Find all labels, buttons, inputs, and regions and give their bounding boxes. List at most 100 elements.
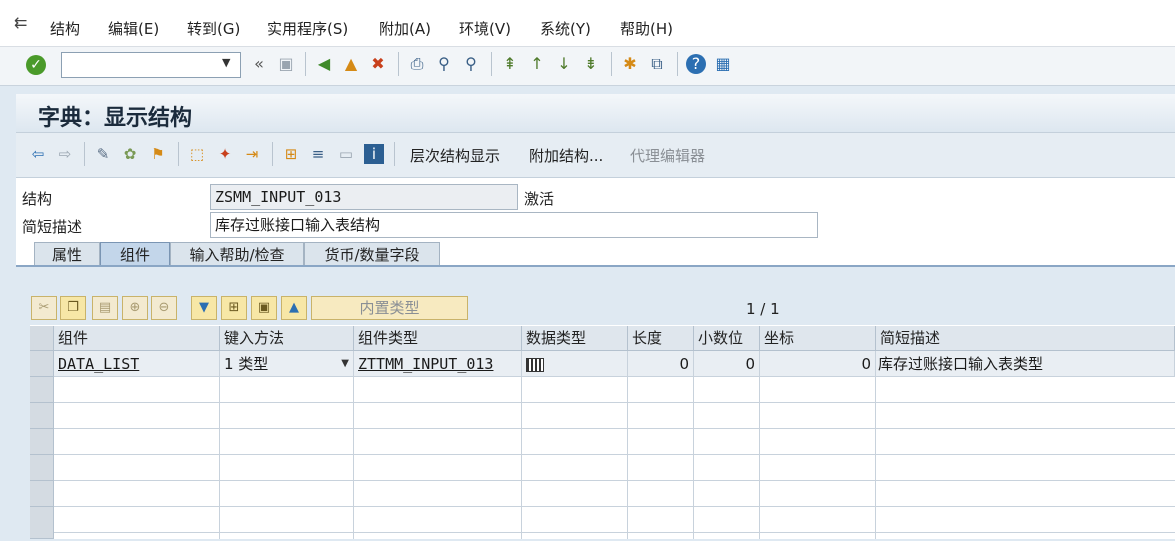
column-header-data-type[interactable]: 数据类型 [522,326,628,351]
select-all-corner[interactable] [30,326,54,351]
menu-environment[interactable]: 环境(V) [459,18,511,39]
page-indicator: 1 / 1 [746,300,780,318]
move-up-icon[interactable]: ▲ [281,296,307,320]
row-selector[interactable] [30,377,54,403]
filter-down-icon[interactable]: ▼ [191,296,217,320]
expand-icon[interactable]: ⊞ [221,296,247,320]
row-selector[interactable] [30,429,54,455]
page-title: 字典：显示结构 [38,105,193,131]
component-name[interactable]: DATA_LIST [58,355,139,373]
menu-bar: ⇇ 结构 编辑(E) 转到(G) 实用程序(S) 附加(A) 环境(V) 系统(… [0,0,1175,47]
toolbar-separator [491,52,492,76]
activation-status: 激活 [524,190,555,208]
menu-edit[interactable]: 编辑(E) [108,18,159,39]
previous-page-icon[interactable]: ↑ [527,54,547,74]
details-icon[interactable]: ▣ [251,296,277,320]
toolbar-separator [305,52,306,76]
short-description-label: 简短描述 [22,218,83,236]
first-page-icon[interactable]: ⇞ [500,54,520,74]
other-object-icon[interactable]: ✿ [120,144,140,164]
column-divider [875,377,876,539]
row-selector[interactable] [30,455,54,481]
column-divider [693,377,694,539]
row-selector[interactable] [30,351,54,377]
tab-attributes[interactable]: 属性 [34,242,100,266]
object-list-icon[interactable]: ⇥ [242,144,262,164]
typing-method-cell[interactable]: 1 类型 ▼ [220,351,354,377]
column-header-component[interactable]: 组件 [54,326,220,351]
technical-settings-icon[interactable]: ≡ [308,144,328,164]
column-header-decimals[interactable]: 小数位 [694,326,760,351]
last-page-icon[interactable]: ⇟ [581,54,601,74]
length-cell: 0 [628,351,694,377]
new-session-icon[interactable]: ✱ [620,54,640,74]
menu-utilities[interactable]: 实用程序(S) [267,18,348,39]
info-icon[interactable]: i [364,144,384,164]
copy-icon[interactable]: ❐ [60,296,86,320]
where-used-icon[interactable]: ✦ [215,144,235,164]
column-header-component-type[interactable]: 组件类型 [354,326,522,351]
delete-row-icon[interactable]: ⊖ [151,296,177,320]
coordinate-cell: 0 [760,351,876,377]
hierarchy-icon[interactable]: ⊞ [281,144,301,164]
layout-menu-icon[interactable]: ▦ [713,54,733,74]
toolbar-separator [398,52,399,76]
hierarchy-display-button[interactable]: 层次结构显示 [410,145,500,166]
find-next-icon[interactable]: ⚲ [461,54,481,74]
command-field[interactable] [61,52,241,78]
column-header-length[interactable]: 长度 [628,326,694,351]
column-divider [521,377,522,539]
tab-currency-quantity-fields[interactable]: 货币/数量字段 [304,242,440,266]
cancel-icon[interactable]: ✖ [368,54,388,74]
menu-icon[interactable]: ⇇ [14,13,34,33]
proxy-editor-button[interactable]: 代理编辑器 [630,145,705,166]
menu-extras[interactable]: 附加(A) [379,18,431,39]
paste-icon[interactable]: ▤ [92,296,118,320]
next-page-icon[interactable]: ↓ [554,54,574,74]
menu-system[interactable]: 系统(Y) [540,18,591,39]
menu-structure[interactable]: 结构 [50,18,80,39]
component-type-cell[interactable]: ZTTMM_INPUT_013 [354,351,522,377]
short-description-field[interactable]: 库存过账接口输入表结构 [210,212,818,238]
shortcut-icon[interactable]: ⧉ [647,54,667,74]
save-icon[interactable]: ▣ [276,54,296,74]
toolbar-separator [611,52,612,76]
menu-goto[interactable]: 转到(G) [187,18,240,39]
table-type-icon [526,357,544,372]
back-icon[interactable]: ◀ [314,54,334,74]
column-divider [627,377,628,539]
activate-icon[interactable]: ⬚ [187,144,207,164]
help-icon[interactable]: ? [686,54,706,74]
row-selector[interactable] [30,403,54,429]
component-cell[interactable]: DATA_LIST [54,351,220,377]
component-type-value[interactable]: ZTTMM_INPUT_013 [358,355,493,373]
row-selector[interactable] [30,507,54,539]
collapse-icon[interactable]: « [249,54,269,74]
enter-check-icon[interactable]: ✓ [26,55,46,75]
forward-arrow-icon[interactable]: ⇨ [55,144,75,164]
tab-input-help-check[interactable]: 输入帮助/检查 [170,242,304,266]
typing-method-value: 1 类型 [224,355,269,373]
display-change-icon[interactable]: ✎ [93,144,113,164]
menu-help[interactable]: 帮助(H) [620,18,673,39]
toolbar-separator [272,142,273,166]
short-description-cell: 库存过账接口输入表类型 [876,351,1175,377]
table-view-icon[interactable]: ▭ [336,144,356,164]
row-selector[interactable] [30,481,54,507]
append-structure-button[interactable]: 附加结构... [529,145,603,166]
column-header-short-description[interactable]: 简短描述 [876,326,1175,351]
cut-icon[interactable]: ✂ [31,296,57,320]
typing-method-dropdown-icon[interactable]: ▼ [341,351,349,376]
command-dropdown-icon[interactable]: ▼ [222,56,230,69]
column-header-coordinate[interactable]: 坐标 [760,326,876,351]
exit-icon[interactable]: ▲ [341,54,361,74]
print-icon[interactable]: ⎙ [407,54,427,74]
structure-name-field[interactable]: ZSMM_INPUT_013 [210,184,518,210]
back-arrow-icon[interactable]: ⇦ [28,144,48,164]
tab-components[interactable]: 组件 [100,242,170,266]
check-icon[interactable]: ⚑ [148,144,168,164]
insert-row-icon[interactable]: ⊕ [122,296,148,320]
column-header-typing-method[interactable]: 键入方法 [220,326,354,351]
builtin-type-button[interactable]: 内置类型 [311,296,468,320]
find-icon[interactable]: ⚲ [434,54,454,74]
